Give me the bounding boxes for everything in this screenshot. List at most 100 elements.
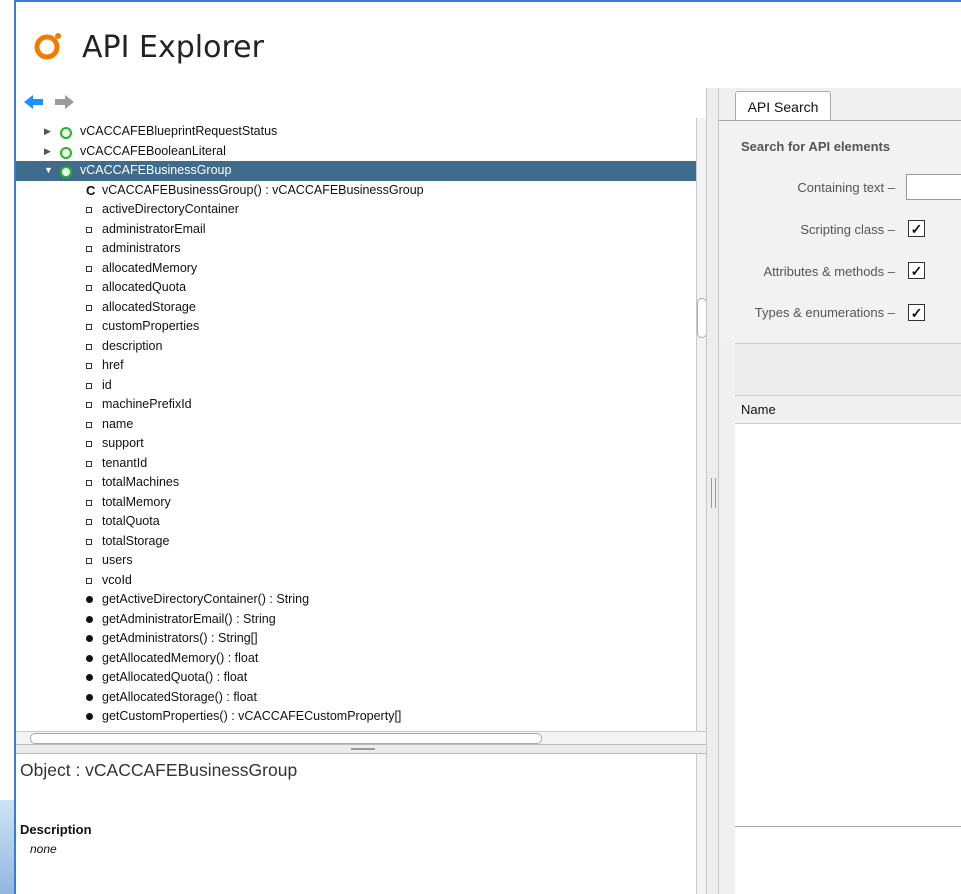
column-header-name[interactable]: Name	[735, 396, 961, 424]
expand-arrow-icon[interactable]: ▶	[44, 122, 51, 142]
horizontal-splitter[interactable]	[16, 744, 706, 754]
attribute-square-icon	[86, 285, 92, 291]
tree-item-label: id	[102, 377, 112, 392]
attribute-square-icon	[86, 343, 92, 350]
tree-item-label: tenantId	[102, 455, 148, 470]
tree-horizontal-scrollbar[interactable]	[16, 731, 706, 744]
results-table: Name	[735, 395, 961, 827]
collapse-arrow-icon[interactable]: ▼	[44, 161, 53, 181]
tree-item-label: getAdministratorEmail() : String	[102, 611, 276, 626]
tree-item-label: customProperties	[102, 319, 200, 333]
tree-item-label: administratorEmail	[102, 221, 206, 236]
tree-class-row[interactable]: ▶ vCACCAFEBlueprintRequestStatus	[16, 122, 696, 142]
tree-item-label: getCustomProperties() : vCACCAFECustomPr…	[102, 709, 402, 723]
attributes-methods-checkbox[interactable]: ✓	[908, 262, 925, 279]
tree-item-label: totalMemory	[102, 494, 171, 509]
class-circle-icon	[60, 166, 72, 178]
tree-item-label: getActiveDirectoryContainer() : String	[102, 592, 310, 606]
tree-item-label: getAllocatedMemory() : float	[102, 650, 259, 665]
object-title: Object : vCACCAFEBusinessGroup	[20, 760, 298, 780]
tree-item-label: activeDirectoryContainer	[102, 202, 239, 216]
method-bullet-icon	[86, 654, 93, 662]
results-toolbar	[735, 343, 961, 396]
tree-item-label: totalQuota	[102, 514, 160, 528]
tab-api-search[interactable]: API Search	[735, 91, 831, 121]
desktop-edge	[0, 800, 14, 894]
api-tree: ▶ vCACCAFEBlueprintRequestStatus ▶ vCACCAFE…	[16, 118, 696, 731]
attribute-square-icon	[86, 480, 92, 486]
method-bullet-icon	[86, 635, 93, 642]
types-enumerations-checkbox[interactable]: ✓	[908, 304, 925, 321]
tree-item-label: description	[102, 338, 163, 353]
tree-item-label: vCACCAFEBusinessGroup() : vCACCAFEBusine…	[102, 182, 424, 197]
back-arrow-icon[interactable]	[24, 94, 44, 110]
tree-item-label: name	[102, 416, 134, 431]
details-panel: Object : vCACCAFEBusinessGroup Descripti…	[16, 754, 696, 894]
method-bullet-icon	[86, 615, 93, 623]
class-circle-icon	[60, 127, 72, 139]
attribute-square-icon	[86, 382, 92, 389]
tree-item-label: totalStorage	[102, 533, 170, 548]
forward-arrow-icon[interactable]	[54, 94, 74, 110]
result-details-pane	[735, 826, 961, 894]
app-title: API Explorer	[82, 30, 264, 65]
title-bar: API Explorer	[16, 2, 961, 84]
app-logo-icon	[34, 33, 61, 60]
tree-item-label: allocatedQuota	[102, 280, 187, 294]
search-pane: API Search Search for API elements Conta…	[719, 88, 961, 894]
tree-item-label: getAllocatedQuota() : float	[102, 670, 248, 684]
tree-item-label: totalMachines	[102, 475, 180, 489]
attribute-square-icon	[86, 304, 92, 311]
attribute-square-icon	[86, 558, 92, 564]
description-value: none	[30, 842, 57, 856]
attribute-square-icon	[86, 441, 92, 447]
method-bullet-icon	[86, 693, 93, 701]
tree-item-label: administrators	[102, 241, 181, 255]
attribute-square-icon	[86, 577, 92, 584]
method-bullet-icon	[86, 596, 93, 603]
tree-item-label: vCACCAFEBlueprintRequestStatus	[80, 124, 278, 138]
scripting-class-label: Scripting class –	[800, 222, 895, 237]
tree-item-label: allocatedStorage	[102, 299, 196, 314]
scripting-class-checkbox[interactable]: ✓	[908, 220, 925, 237]
tree-item-label: vcoId	[102, 572, 132, 587]
tree-item-label: getAdministrators() : String[]	[102, 631, 258, 645]
class-circle-icon	[60, 146, 72, 159]
tree-item-label: support	[102, 436, 144, 450]
tree-class-row[interactable]: ▶ vCACCAFEBooleanLiteral	[16, 142, 696, 162]
attribute-square-icon	[86, 538, 92, 545]
expand-arrow-icon[interactable]: ▶	[44, 142, 51, 162]
attribute-square-icon	[86, 402, 92, 408]
method-bullet-icon	[86, 713, 93, 720]
attribute-square-icon	[86, 265, 92, 272]
tree-class-row[interactable]: ▼ vCACCAFEBusinessGroup	[16, 161, 696, 181]
tree-item-label: users	[102, 553, 133, 567]
vertical-splitter-grip[interactable]	[711, 478, 716, 508]
types-enumerations-label: Types & enumerations –	[754, 305, 895, 320]
attribute-square-icon	[86, 460, 92, 467]
tree-item-label: vCACCAFEBusinessGroup	[80, 163, 232, 177]
search-form: Search for API elements Containing text …	[719, 121, 961, 343]
app-window: API Explorer ▶ vCACCAFEBlueprintRequestSt…	[14, 0, 961, 894]
method-bullet-icon	[86, 674, 93, 681]
tree-item-label: allocatedMemory	[102, 260, 198, 275]
constructor-icon: C	[86, 182, 96, 198]
tree-item-label: getAllocatedStorage() : float	[102, 689, 257, 704]
description-heading: Description	[20, 822, 92, 837]
tree-item-label: machinePrefixId	[102, 397, 192, 411]
attribute-square-icon	[86, 363, 92, 369]
navigation-bar	[16, 88, 706, 116]
splitter-grip[interactable]	[351, 748, 375, 750]
attribute-square-icon	[86, 207, 92, 213]
tree-item-label: href	[102, 358, 124, 372]
attribute-square-icon	[86, 519, 92, 525]
tree-item-label: vCACCAFEBooleanLiteral	[80, 143, 226, 158]
tree-hscroll-thumb[interactable]	[30, 733, 542, 744]
containing-text-input[interactable]	[906, 174, 961, 200]
attribute-square-icon	[86, 499, 92, 506]
attributes-methods-label: Attributes & methods –	[763, 264, 895, 279]
attribute-square-icon	[86, 421, 92, 428]
attribute-square-icon	[86, 324, 92, 330]
vertical-splitter[interactable]	[706, 88, 719, 894]
containing-text-label: Containing text –	[797, 180, 895, 195]
